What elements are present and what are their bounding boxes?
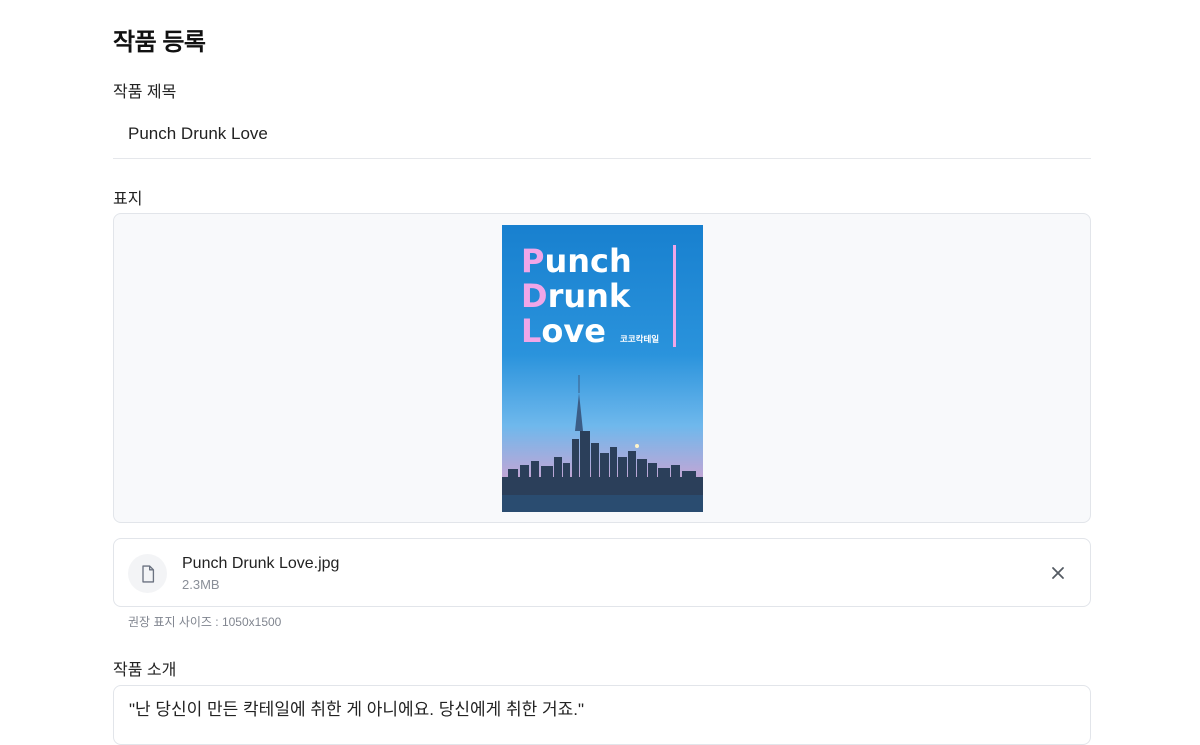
cover-title-rest: unch	[544, 242, 631, 280]
file-icon	[128, 554, 167, 593]
cover-accent-bar	[673, 245, 676, 347]
page-title: 작품 등록	[113, 29, 206, 56]
cover-image: Punch Drunk Love 코코칵테일	[502, 225, 703, 512]
cover-title-initial: D	[521, 277, 548, 315]
uploaded-file-card: Punch Drunk Love.jpg 2.3MB	[113, 538, 1091, 607]
cover-size-hint: 권장 표지 사이즈 : 1050x1500	[128, 615, 282, 629]
cover-label: 표지	[113, 191, 143, 208]
file-name: Punch Drunk Love.jpg	[182, 555, 340, 572]
title-label: 작품 제목	[113, 84, 177, 101]
svg-text:Drunk: Drunk	[521, 277, 631, 315]
svg-text:Punch: Punch	[521, 242, 632, 280]
svg-text:Love: Love	[521, 312, 606, 350]
intro-label: 작품 소개	[113, 662, 177, 679]
remove-file-button[interactable]	[1044, 559, 1072, 587]
cover-title-rest: ove	[541, 312, 606, 350]
cover-author: 코코칵테일	[620, 334, 659, 345]
cover-upload-area[interactable]: Punch Drunk Love 코코칵테일	[113, 213, 1091, 523]
file-size: 2.3MB	[182, 577, 220, 592]
title-input[interactable]	[113, 110, 1091, 159]
close-icon	[1052, 567, 1064, 579]
intro-textarea[interactable]: "난 당신이 만든 칵테일에 취한 게 아니에요. 당신에게 취한 거죠."	[113, 685, 1091, 745]
cover-title-initial: L	[521, 312, 541, 350]
cover-title-rest: runk	[548, 277, 631, 315]
cover-title-initial: P	[521, 242, 544, 280]
